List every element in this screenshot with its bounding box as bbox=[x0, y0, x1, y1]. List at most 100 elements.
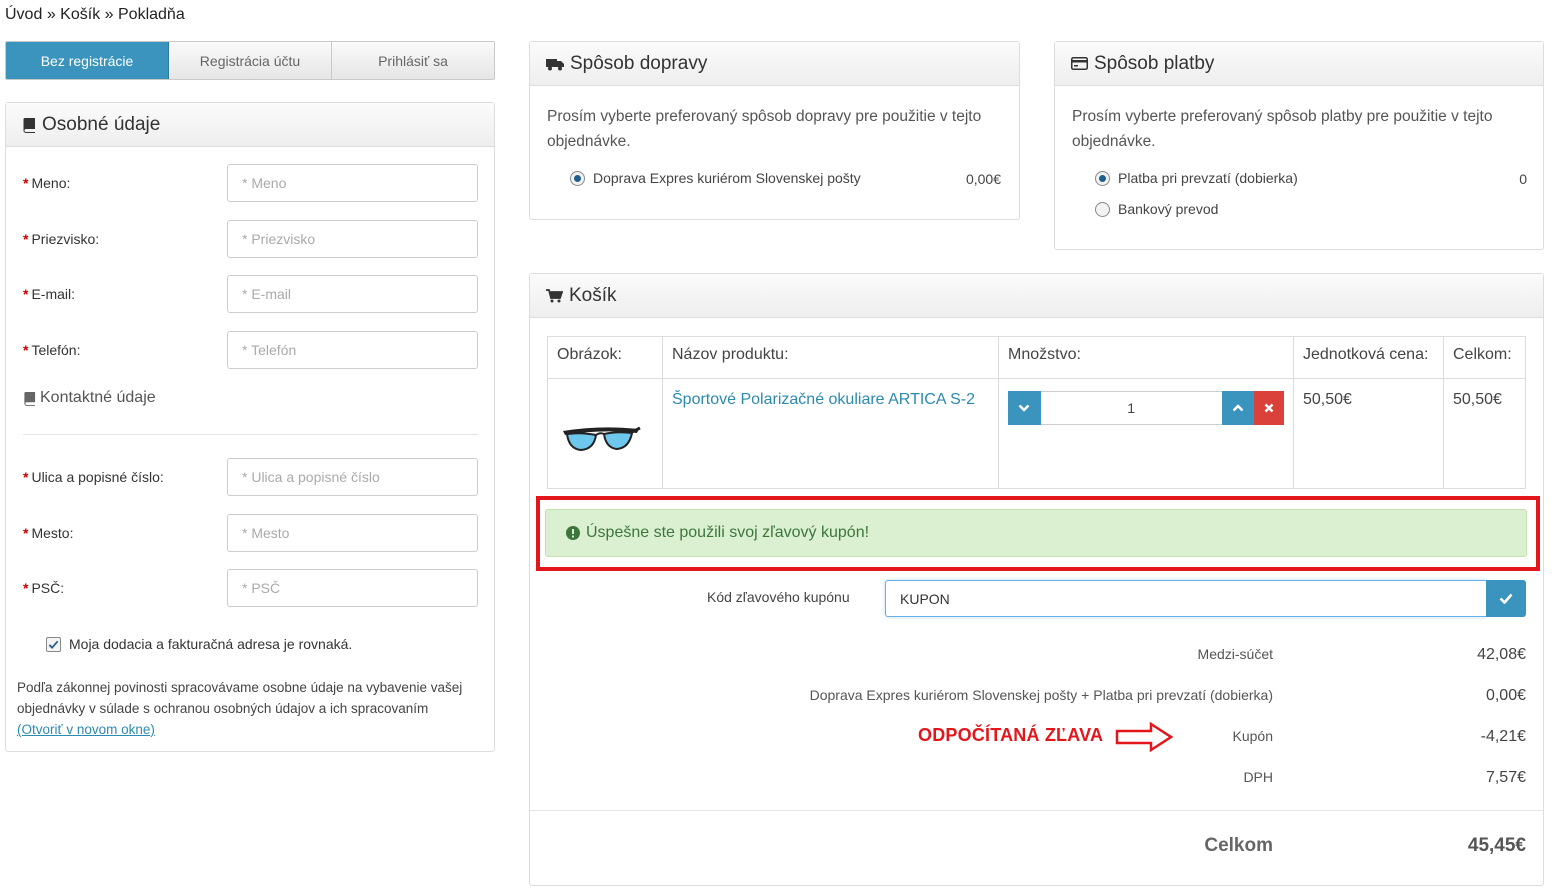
book-icon bbox=[24, 391, 36, 406]
quantity-stepper bbox=[1008, 391, 1284, 425]
phone-label: Telefón: bbox=[31, 342, 81, 358]
gdpr-link[interactable]: (Otvoriť v novom okne) bbox=[17, 722, 155, 737]
table-row: Športové Polarizačné okuliare ARTICA S-2 bbox=[547, 378, 1526, 489]
exclamation-circle-icon bbox=[566, 526, 580, 540]
shipping-option-label: Doprava Expres kuriérom Slovenskej pošty bbox=[593, 170, 861, 186]
product-image-cell bbox=[547, 378, 663, 489]
personal-details-header: Osobné údaje bbox=[6, 103, 494, 147]
quantity-decrease-button[interactable] bbox=[1008, 391, 1041, 425]
tab-no-registration[interactable]: Bez registrácie bbox=[6, 42, 169, 79]
breadcrumb: Úvod » Košík » Pokladňa bbox=[5, 6, 185, 24]
tab-register[interactable]: Registrácia účtu bbox=[169, 42, 332, 79]
payment-option-label: Platba pri prevzatí (dobierka) bbox=[1118, 170, 1298, 186]
payment-method-header: Spôsob platby bbox=[1055, 42, 1543, 86]
contact-details-title: Kontaktné údaje bbox=[40, 389, 156, 406]
street-label: Ulica a popisné číslo: bbox=[31, 469, 164, 485]
shipping-payment-value: 0,00€ bbox=[1485, 687, 1526, 704]
same-address-option[interactable]: Moja dodacia a fakturačná adresa je rovn… bbox=[46, 636, 352, 652]
personal-details-title: Osobné údaje bbox=[42, 113, 161, 135]
subtotal-value: 42,08€ bbox=[1477, 646, 1526, 663]
cart-header: Košík bbox=[530, 274, 1543, 318]
sunglasses-image[interactable] bbox=[561, 419, 641, 459]
divider bbox=[23, 434, 478, 435]
coupon-summary-value: -4,21€ bbox=[1480, 728, 1526, 745]
payment-description: Prosím vyberte preferovaný spôsob platby… bbox=[1072, 108, 1493, 150]
chevron-up-icon bbox=[1232, 404, 1244, 412]
city-label: Mesto: bbox=[31, 525, 74, 541]
payment-option-price: 0 bbox=[1519, 171, 1527, 187]
divider bbox=[530, 810, 1543, 811]
quantity-input[interactable] bbox=[1040, 391, 1222, 425]
payment-radio-bank[interactable] bbox=[1095, 201, 1110, 217]
chevron-down-icon bbox=[1018, 404, 1030, 412]
quantity-cell bbox=[998, 378, 1294, 489]
discount-annotation-text: ODPOČÍTANÁ ZĽAVA bbox=[918, 725, 1104, 745]
shipping-method-title: Spôsob dopravy bbox=[570, 52, 708, 74]
last-name-row: * Priezvisko: bbox=[23, 220, 478, 258]
city-input[interactable] bbox=[227, 514, 478, 552]
tab-login[interactable]: Prihlásiť sa bbox=[332, 42, 494, 79]
shipping-option-price: 0,00€ bbox=[965, 171, 1001, 187]
coupon-code-label: Kód zľavového kupónu bbox=[707, 589, 850, 605]
coupon-code-input[interactable] bbox=[885, 580, 1487, 617]
truck-icon bbox=[546, 58, 564, 70]
same-address-checkbox[interactable] bbox=[46, 636, 61, 652]
col-product-name: Názov produktu: bbox=[662, 336, 999, 379]
col-unit-price: Jednotková cena: bbox=[1293, 336, 1444, 379]
zip-label: PSČ: bbox=[31, 580, 65, 596]
product-name-link[interactable]: Športové Polarizačné okuliare ARTICA S-2 bbox=[662, 378, 999, 489]
shipping-description: Prosím vyberte preferovaný spôsob doprav… bbox=[547, 108, 982, 150]
cart-title: Košík bbox=[569, 284, 617, 306]
same-address-label: Moja dodacia a fakturačná adresa je rovn… bbox=[69, 636, 353, 652]
book-icon bbox=[23, 117, 35, 133]
first-name-label: Meno: bbox=[31, 175, 71, 191]
cart-icon bbox=[546, 288, 563, 302]
checkout-tabs: Bez registrácie Registrácia účtu Prihlás… bbox=[5, 41, 495, 80]
payment-option-cod[interactable]: Platba pri prevzatí (dobierka) bbox=[1095, 170, 1298, 186]
col-quantity: Množstvo: bbox=[998, 336, 1294, 379]
cart-table: Obrázok: Názov produktu: Množstvo: Jedno… bbox=[547, 336, 1526, 489]
shipping-option-express[interactable]: Doprava Expres kuriérom Slovenskej pošty bbox=[570, 170, 861, 186]
gdpr-notice: Podľa zákonnej povinosti spracovávame os… bbox=[17, 677, 487, 740]
first-name-input[interactable] bbox=[227, 164, 478, 202]
coupon-success-alert: Úspešne ste použili svoj zľavový kupón! bbox=[545, 509, 1527, 557]
email-label: E-mail: bbox=[31, 286, 76, 302]
grand-total-value: 45,45€ bbox=[1467, 835, 1526, 856]
payment-method-title: Spôsob platby bbox=[1094, 52, 1215, 74]
grand-total-label: Celkom bbox=[1204, 835, 1273, 856]
zip-input[interactable] bbox=[227, 569, 478, 607]
shipping-radio[interactable] bbox=[570, 170, 585, 186]
breadcrumb-home[interactable]: Úvod bbox=[5, 6, 42, 23]
phone-row: * Telefón: bbox=[23, 331, 478, 369]
cart-table-header: Obrázok: Názov produktu: Množstvo: Jedno… bbox=[547, 336, 1526, 379]
shipping-payment-label: Doprava Expres kuriérom Slovenskej pošty… bbox=[809, 687, 1273, 703]
email-input[interactable] bbox=[227, 275, 478, 313]
street-input[interactable] bbox=[227, 458, 478, 496]
email-row: * E-mail: bbox=[23, 275, 478, 313]
arrow-right-icon bbox=[1115, 721, 1173, 753]
contact-details-heading: Kontaktné údaje bbox=[23, 389, 156, 407]
first-name-row: * Meno: bbox=[23, 164, 478, 202]
payment-option-bank[interactable]: Bankový prevod bbox=[1095, 201, 1218, 217]
col-image: Obrázok: bbox=[547, 336, 663, 379]
breadcrumb-cart[interactable]: Košík bbox=[60, 6, 100, 23]
personal-details-panel: Osobné údaje *Meno: *Priezvisko: *E-mail… bbox=[5, 102, 495, 752]
payment-radio-cod[interactable] bbox=[1095, 170, 1110, 186]
remove-item-button[interactable] bbox=[1254, 391, 1284, 425]
street-row: * Ulica a popisné číslo: bbox=[23, 458, 478, 496]
last-name-label: Priezvisko: bbox=[31, 231, 100, 247]
apply-coupon-button[interactable] bbox=[1486, 580, 1526, 617]
total-price-cell: 50,50€ bbox=[1443, 378, 1526, 489]
breadcrumb-sep: » bbox=[46, 6, 56, 23]
unit-price-cell: 50,50€ bbox=[1293, 378, 1444, 489]
shipping-method-header: Spôsob dopravy bbox=[530, 42, 1019, 86]
quantity-increase-button[interactable] bbox=[1221, 391, 1255, 425]
last-name-input[interactable] bbox=[227, 220, 478, 258]
payment-method-panel: Spôsob platby Prosím vyberte preferovaný… bbox=[1054, 41, 1544, 250]
breadcrumb-sep: » bbox=[104, 6, 114, 23]
coupon-success-text: Úspešne ste použili svoj zľavový kupón! bbox=[586, 524, 870, 541]
breadcrumb-checkout[interactable]: Pokladňa bbox=[118, 6, 185, 23]
credit-card-icon bbox=[1071, 57, 1088, 70]
vat-value: 7,57€ bbox=[1485, 769, 1526, 786]
phone-input[interactable] bbox=[227, 331, 478, 369]
